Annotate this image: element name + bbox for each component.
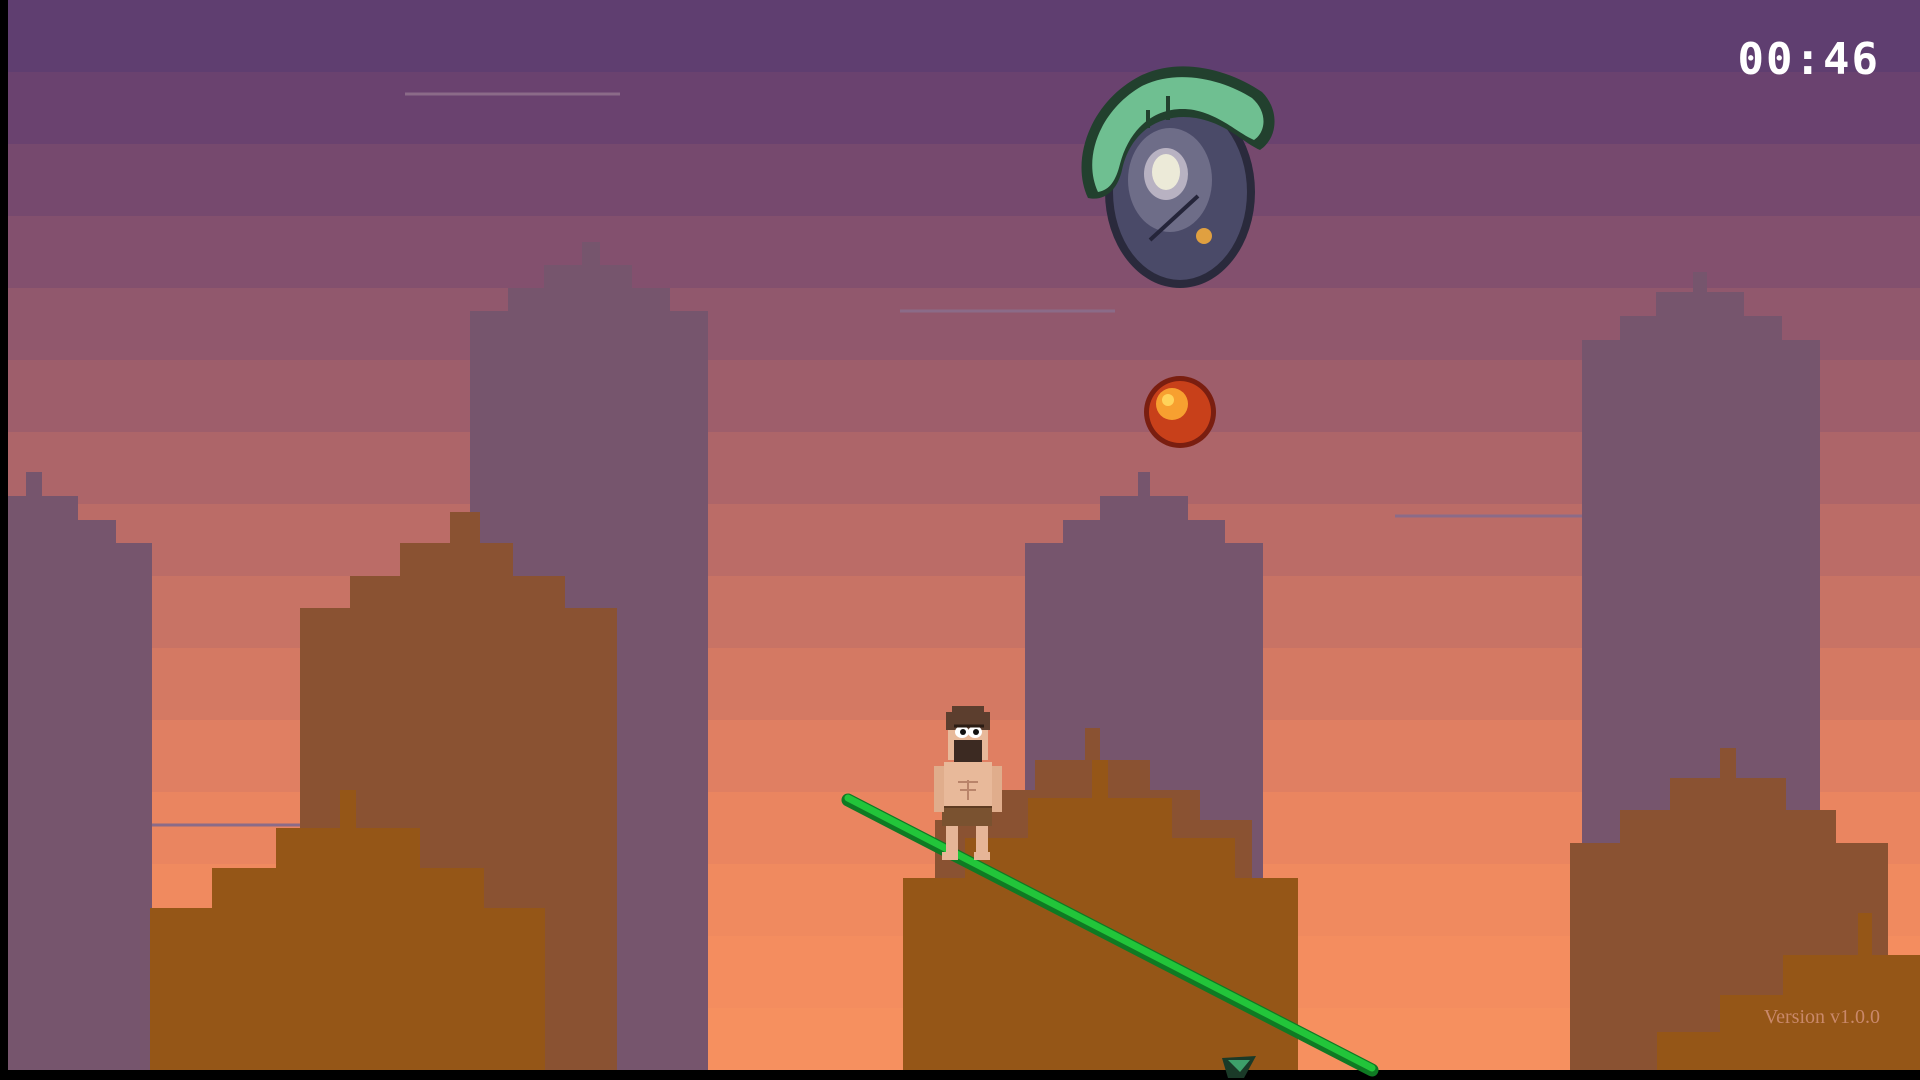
- version-label: Version v1.0.0: [1763, 1006, 1880, 1028]
- game-scene[interactable]: [0, 0, 1920, 1080]
- game-timer: 00:46: [1737, 34, 1880, 85]
- fireball: [1144, 376, 1216, 448]
- bottom-border: [0, 1070, 1920, 1080]
